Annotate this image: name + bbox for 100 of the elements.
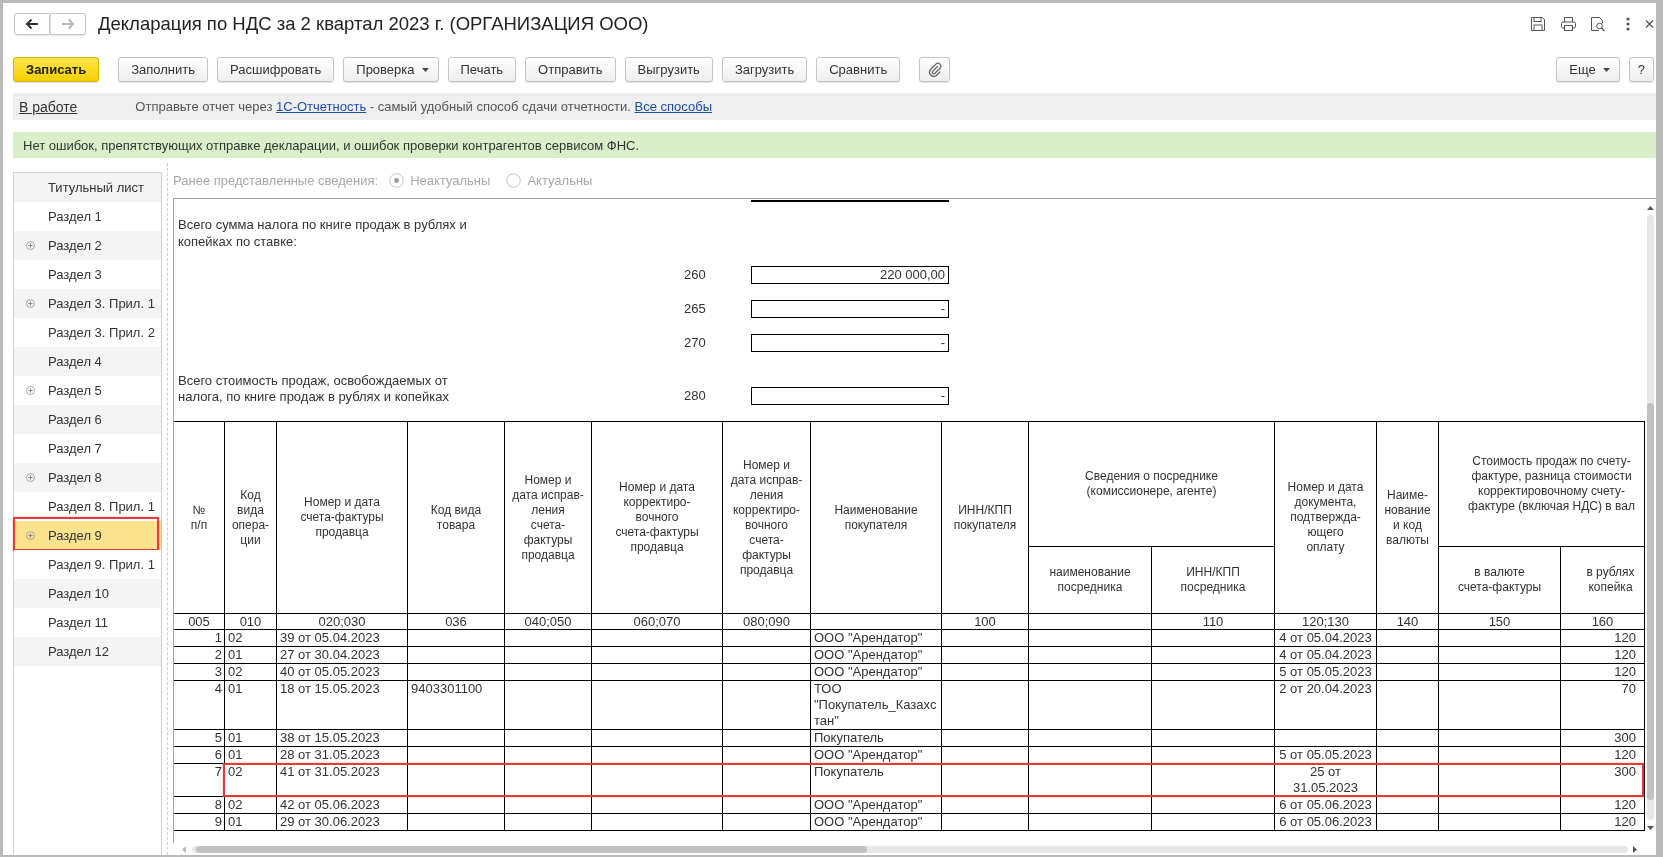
table-cell: 4 от 05.04.2023: [1274, 646, 1377, 664]
column-code: 110: [1151, 613, 1275, 630]
toolbar-button[interactable]: Отправить: [525, 57, 616, 82]
sidebar-item[interactable]: Раздел 8: [14, 463, 161, 492]
table-cell: 300: [1560, 729, 1645, 747]
column-group-header: Стоимость продаж по счету- фактуре, разница стоимости корректировочному счету- фактуре (включая НДС) в вал: [1438, 421, 1645, 547]
column-code: 040;050: [504, 613, 592, 630]
left-arrow-icon: [25, 17, 39, 30]
amount-field[interactable]: -: [751, 387, 949, 405]
more-button[interactable]: Еще: [1556, 57, 1620, 82]
close-icon[interactable]: [1645, 18, 1654, 29]
sidebar-item[interactable]: Титульный лист: [14, 173, 161, 202]
sidebar-item[interactable]: Раздел 9: [14, 521, 161, 550]
column-header: Номер и дата документа, подтвержда- ющего оплату: [1274, 421, 1377, 614]
column-group-header: Сведения о посреднике (комиссионере, агенте): [1028, 421, 1275, 547]
amount-field[interactable]: 220 000,00: [751, 266, 949, 284]
caret-icon: [421, 67, 429, 72]
left-arrow-icon[interactable]: [182, 845, 186, 853]
table-cell: 42 от 05.06.2023: [276, 796, 408, 814]
print-icon[interactable]: [1560, 15, 1577, 32]
description-text: Всего стоимость продаж, освобождаемых от налога, по книге продаж в рублях и копейках: [177, 373, 449, 405]
column-code: 010: [224, 613, 277, 630]
down-arrow-icon[interactable]: [1647, 826, 1654, 830]
table-cell: 18 от 15.05.2023: [276, 680, 408, 730]
expand-icon[interactable]: [26, 299, 35, 308]
table-cell: ООО "Арендатор": [810, 813, 942, 831]
table-cell: 3: [174, 663, 225, 681]
table-cell: 39 от 05.04.2023: [276, 629, 408, 647]
field-label: Ранее представленные сведения:: [173, 172, 379, 189]
expand-icon[interactable]: [26, 473, 35, 482]
column-header: Номер и дата исправ- ления корректиро- вочного счета- фактуры продавца: [722, 421, 811, 614]
line-code: 260: [684, 266, 706, 284]
toolbar-button[interactable]: Сравнить: [816, 57, 901, 82]
save-button[interactable]: Записать: [13, 57, 100, 82]
right-arrow-icon: [61, 17, 75, 30]
sidebar-item[interactable]: Раздел 12: [14, 637, 161, 666]
more-icon[interactable]: [1626, 16, 1630, 31]
sidebar-item[interactable]: Раздел 10: [14, 579, 161, 608]
table-cell: 120: [1560, 629, 1645, 647]
table-cell: ООО "Арендатор": [810, 629, 942, 647]
table-cell: 02: [224, 663, 277, 681]
column-header: Номер и дата исправ- ления счета- фактуры продавца: [504, 421, 592, 614]
description-text: Всего сумма налога по книге продаж в рублях и копейках по ставке:: [177, 216, 467, 250]
back-button[interactable]: [14, 12, 50, 35]
table-cell: 120: [1560, 813, 1645, 831]
column-header: наименование посредника: [1028, 546, 1152, 614]
status-link[interactable]: В работе: [19, 98, 78, 115]
toolbar-button[interactable]: Выгрузить: [624, 57, 713, 82]
toolbar-button[interactable]: Расшифровать: [217, 57, 335, 82]
column-header: ИНН/КПП покупателя: [941, 421, 1029, 614]
amount-field[interactable]: -: [751, 334, 949, 352]
column-header: Код вида опера- ции: [224, 421, 277, 614]
preview-icon[interactable]: [1590, 15, 1606, 32]
vertical-scrollbar[interactable]: [1647, 215, 1654, 820]
amount-field[interactable]: -: [751, 300, 949, 318]
column-header: Наименование покупателя: [810, 421, 942, 614]
toolbar-button[interactable]: Проверка: [343, 57, 439, 82]
save-icon[interactable]: [1530, 15, 1546, 32]
attach-button[interactable]: [919, 57, 951, 82]
text-link[interactable]: 1С-Отчетность: [276, 99, 367, 114]
right-arrow-icon[interactable]: [1633, 845, 1637, 853]
column-code: 036: [407, 613, 505, 630]
column-header: Код вида товара: [407, 421, 505, 614]
table-cell: 40 от 05.05.2023: [276, 663, 408, 681]
info-message: Отправьте отчет через 1С-Отчетность - самый удобный способ сдачи отчетности. Все способы: [135, 99, 712, 114]
table-cell: 8: [174, 796, 225, 814]
table-cell: 01: [224, 813, 277, 831]
column-code: 160: [1560, 613, 1645, 630]
column-code: 140: [1376, 613, 1439, 630]
sidebar-item[interactable]: Раздел 6: [14, 405, 161, 434]
table-cell: 2: [174, 646, 225, 664]
sidebar-item[interactable]: Раздел 3. Прил. 1: [14, 289, 161, 318]
horizontal-scrollbar[interactable]: [192, 845, 1628, 853]
table-cell: 9403301100: [407, 680, 505, 730]
sidebar-item[interactable]: Раздел 2: [14, 231, 161, 260]
column-header: Номер и дата счета-фактуры продавца: [276, 421, 408, 614]
table-cell: 2 от 20.04.2023: [1274, 680, 1377, 730]
column-code: 100: [941, 613, 1029, 630]
table-cell: ООО "Арендатор": [810, 796, 942, 814]
toolbar-button[interactable]: Печать: [447, 57, 517, 82]
toolbar-button[interactable]: Загрузить: [721, 57, 808, 82]
expand-icon[interactable]: [26, 241, 35, 250]
paperclip-icon: [927, 62, 942, 77]
toolbar-button[interactable]: Заполнить: [118, 57, 209, 82]
help-button[interactable]: ?: [1628, 57, 1654, 82]
column-header: № п/п: [174, 421, 225, 614]
sidebar-item[interactable]: Раздел 4: [14, 347, 161, 376]
scrollbar-thumb[interactable]: [196, 845, 867, 853]
text-link[interactable]: Все способы: [634, 99, 712, 114]
column-code: 020;030: [276, 613, 408, 630]
table-cell: 38 от 15.05.2023: [276, 729, 408, 747]
table-cell: 01: [224, 729, 277, 747]
table-cell: 6 от 05.06.2023: [1274, 813, 1377, 831]
expand-icon[interactable]: [26, 531, 35, 540]
column-code: 060;070: [591, 613, 723, 630]
scrollbar-thumb[interactable]: [1647, 403, 1654, 800]
column-code: 080;090: [722, 613, 811, 630]
caret-icon: [1602, 67, 1610, 72]
up-arrow-icon[interactable]: [1647, 206, 1654, 210]
expand-icon[interactable]: [26, 386, 35, 395]
